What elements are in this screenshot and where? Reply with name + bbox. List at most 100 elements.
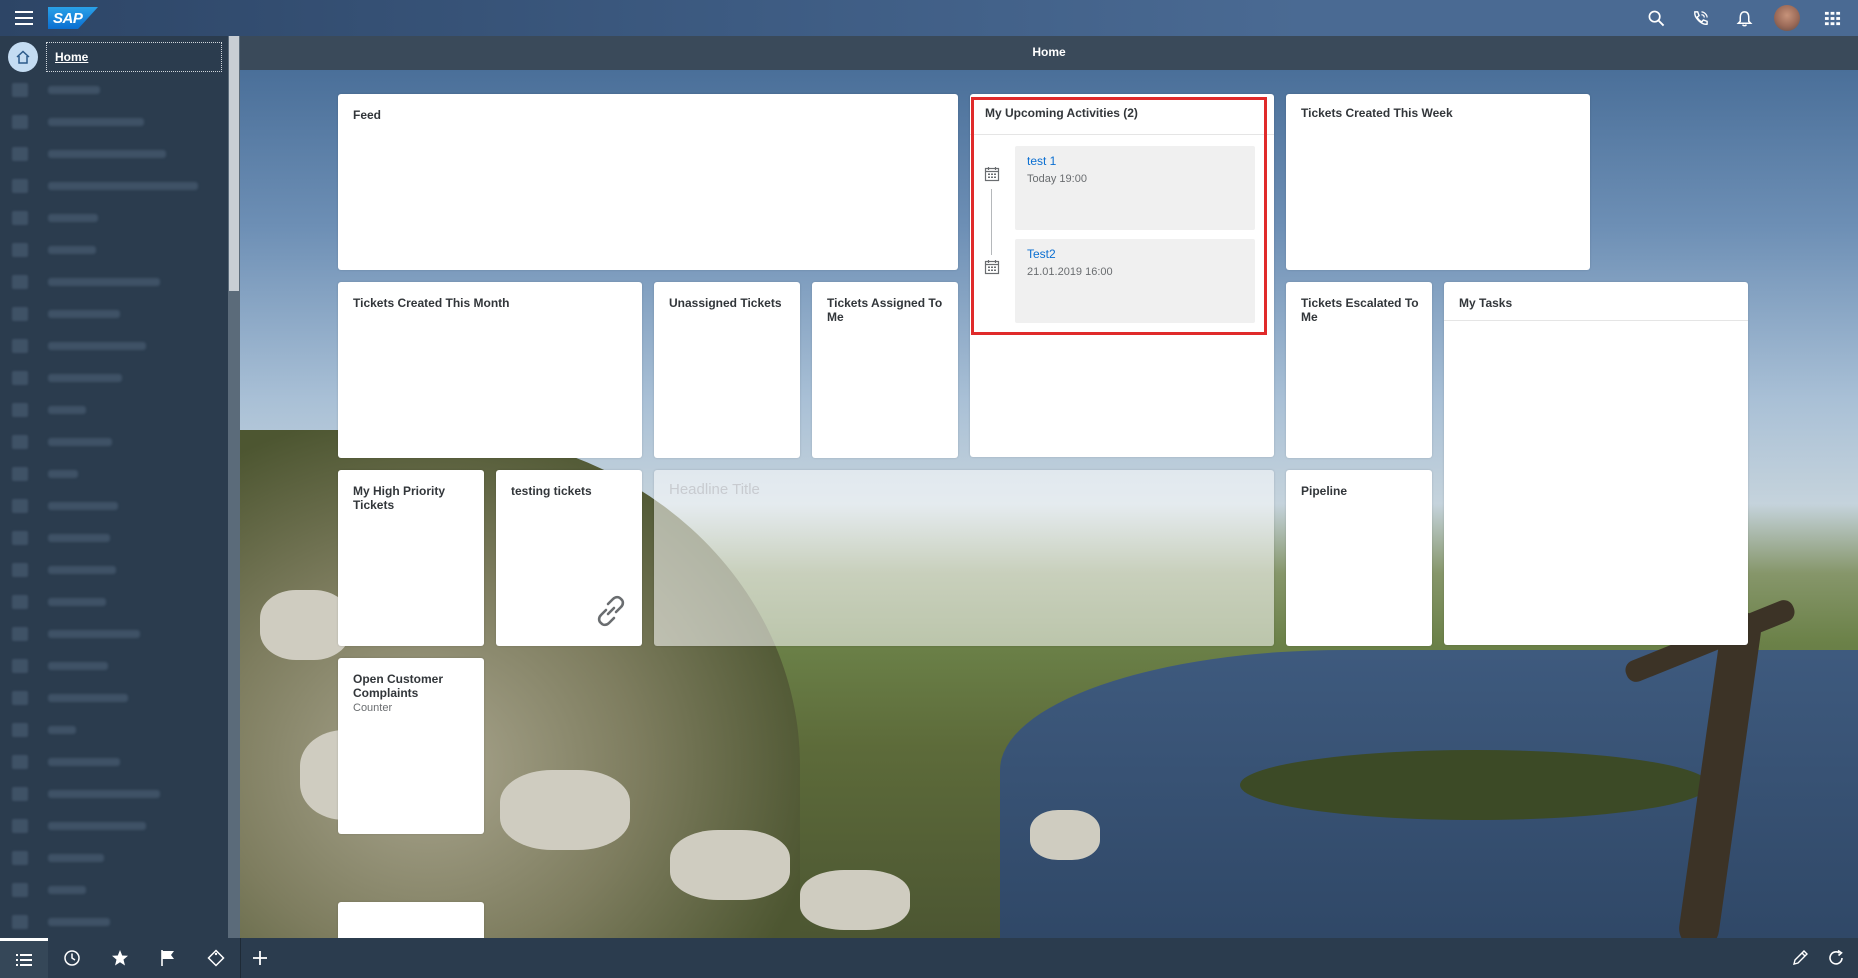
blurred-label: [48, 854, 104, 862]
blurred-label: [48, 886, 86, 894]
sidebar-item[interactable]: [12, 304, 212, 324]
blurred-label: [48, 598, 106, 606]
sidebar-item[interactable]: [12, 624, 212, 644]
tile-high-priority[interactable]: My High Priority Tickets: [338, 470, 484, 646]
sidebar-item[interactable]: [12, 816, 212, 836]
sidebar-item-label: Home: [46, 42, 222, 72]
menu-icon[interactable]: [10, 7, 38, 29]
sidebar-item[interactable]: [12, 848, 212, 868]
tile-headline[interactable]: Headline Title: [654, 470, 1274, 646]
sidebar-item[interactable]: [12, 144, 212, 164]
blurred-label: [48, 790, 160, 798]
blurred-icon: [12, 531, 28, 545]
sidebar-item[interactable]: [12, 112, 212, 132]
tile-open-complaints[interactable]: Open Customer Complaints Counter: [338, 658, 484, 834]
search-icon[interactable]: [1644, 7, 1668, 29]
headline-title: Headline Title: [669, 481, 760, 498]
refresh-icon[interactable]: [1816, 938, 1856, 978]
sidebar-item[interactable]: [12, 784, 212, 804]
blurred-label: [48, 630, 140, 638]
sidebar-item[interactable]: [12, 688, 212, 708]
tile-unassigned-tickets[interactable]: Unassigned Tickets: [654, 282, 800, 458]
background-island: [1240, 750, 1710, 820]
blurred-icon: [12, 115, 28, 129]
sidebar-item[interactable]: [12, 368, 212, 388]
home-icon: [8, 42, 38, 72]
add-icon[interactable]: [236, 938, 284, 978]
sidebar-item[interactable]: [12, 496, 212, 516]
sidebar-item[interactable]: [12, 752, 212, 772]
blurred-icon: [12, 179, 28, 193]
sidebar-item[interactable]: [12, 272, 212, 292]
avatar[interactable]: [1774, 5, 1800, 31]
blurred-icon: [12, 563, 28, 577]
sidebar-item-home[interactable]: Home: [8, 40, 226, 72]
blurred-label: [48, 758, 120, 766]
blurred-icon: [12, 691, 28, 705]
tile-title: Unassigned Tickets: [669, 296, 782, 310]
background-rock: [670, 830, 790, 900]
blurred-icon: [12, 211, 28, 225]
sap-logo[interactable]: SAP: [48, 7, 98, 29]
sidebar-item[interactable]: [12, 208, 212, 228]
background-rock: [1030, 810, 1100, 860]
sidebar-item[interactable]: [12, 80, 212, 100]
background-rock: [500, 770, 630, 850]
tile-title: Open Customer Complaints: [353, 672, 444, 700]
flag-icon[interactable]: [144, 938, 192, 978]
sidebar-item[interactable]: [12, 656, 212, 676]
sidebar: Home: [0, 36, 228, 938]
blurred-icon: [12, 659, 28, 673]
blurred-icon: [12, 435, 28, 449]
blurred-label: [48, 438, 112, 446]
sidebar-item[interactable]: [12, 720, 212, 740]
sidebar-item[interactable]: [12, 464, 212, 484]
blurred-label: [48, 662, 108, 670]
tile-tickets-assigned[interactable]: Tickets Assigned To Me: [812, 282, 958, 458]
sidebar-item[interactable]: [12, 880, 212, 900]
tile-tickets-escalated[interactable]: Tickets Escalated To Me: [1286, 282, 1432, 458]
blurred-icon: [12, 243, 28, 257]
sidebar-item[interactable]: [12, 528, 212, 548]
sidebar-item[interactable]: [12, 592, 212, 612]
page-title: Home: [1032, 45, 1066, 59]
background-rock: [260, 590, 350, 660]
sidebar-item[interactable]: [12, 432, 212, 452]
blurred-icon: [12, 595, 28, 609]
blurred-label: [48, 470, 78, 478]
history-icon[interactable]: [48, 938, 96, 978]
tile-tickets-month[interactable]: Tickets Created This Month: [338, 282, 642, 458]
sidebar-item[interactable]: [12, 912, 212, 932]
tile-title: testing tickets: [511, 484, 592, 498]
tile-partial[interactable]: [338, 902, 484, 938]
link-icon: [594, 594, 628, 628]
phone-icon[interactable]: [1688, 7, 1712, 29]
tile-title: Tickets Created This Month: [353, 296, 510, 310]
sidebar-item[interactable]: [12, 560, 212, 580]
bell-icon[interactable]: [1732, 7, 1756, 29]
star-icon[interactable]: [96, 938, 144, 978]
sidebar-item[interactable]: [12, 400, 212, 420]
sidebar-item[interactable]: [12, 176, 212, 196]
tile-pipeline[interactable]: Pipeline: [1286, 470, 1432, 646]
grid-icon[interactable]: [1820, 7, 1844, 29]
tile-feed[interactable]: Feed: [338, 94, 958, 270]
blurred-icon: [12, 499, 28, 513]
blurred-icon: [12, 755, 28, 769]
tile-my-tasks[interactable]: My Tasks: [1444, 282, 1748, 645]
blurred-icon: [12, 819, 28, 833]
list-icon[interactable]: [0, 938, 48, 978]
blurred-label: [48, 534, 110, 542]
scrollbar-thumb[interactable]: [229, 36, 239, 291]
footer-toolbar: [0, 938, 1858, 978]
sidebar-scrollbar[interactable]: [228, 36, 240, 938]
tile-testing-tickets[interactable]: testing tickets: [496, 470, 642, 646]
tag-icon[interactable]: [192, 938, 240, 978]
sidebar-item[interactable]: [12, 336, 212, 356]
blurred-label: [48, 118, 144, 126]
tile-tickets-week[interactable]: Tickets Created This Week: [1286, 94, 1590, 270]
blurred-icon: [12, 147, 28, 161]
blurred-icon: [12, 83, 28, 97]
sidebar-item[interactable]: [12, 240, 212, 260]
tile-title: Feed: [353, 108, 382, 122]
